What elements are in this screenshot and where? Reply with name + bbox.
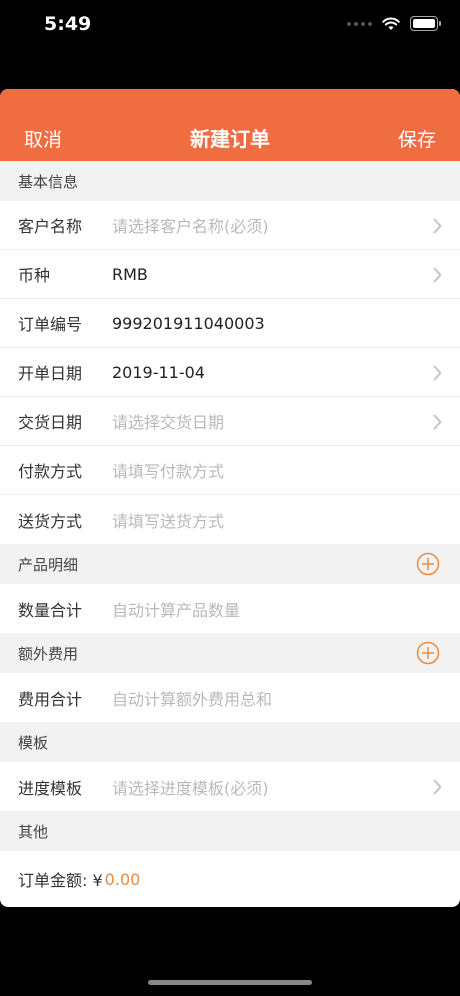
progress-template-field: 请选择进度模板(必须) xyxy=(112,778,269,798)
section-title: 产品明细 xyxy=(18,555,79,574)
section-title: 基本信息 xyxy=(18,172,79,191)
fee-total-value: 自动计算额外费用总和 xyxy=(112,689,273,709)
section-title: 模板 xyxy=(18,733,49,752)
quantity-total-row: 数量合计 自动计算产品数量 xyxy=(0,584,460,633)
chevron-right-icon xyxy=(433,779,442,795)
row-label: 送货方式 xyxy=(18,511,83,531)
section-other: 其他 xyxy=(0,811,460,851)
row-label: 进度模板 xyxy=(18,778,83,798)
save-button[interactable]: 保存 xyxy=(398,125,436,152)
issue-date-row[interactable]: 开单日期 2019-11-04 xyxy=(0,348,460,397)
row-label: 币种 xyxy=(18,266,51,285)
payment-method-row[interactable]: 付款方式 请填写付款方式 xyxy=(0,446,460,495)
section-basic-info: 基本信息 xyxy=(0,161,460,201)
battery-icon xyxy=(410,16,441,31)
section-template: 模板 xyxy=(0,722,460,762)
section-title: 额外费用 xyxy=(18,644,79,663)
progress-template-row[interactable]: 进度模板 请选择进度模板(必须) xyxy=(0,762,460,811)
customer-name-row[interactable]: 客户名称 请选择客户名称(必须) xyxy=(0,201,460,250)
order-number-value: 999201911040003 xyxy=(112,313,265,333)
add-product-button[interactable] xyxy=(416,552,440,576)
chevron-right-icon xyxy=(433,218,442,234)
section-product-details: 产品明细 xyxy=(0,544,460,584)
quantity-total-value: 自动计算产品数量 xyxy=(112,600,241,620)
delivery-date-row[interactable]: 交货日期 请选择交货日期 xyxy=(0,397,460,446)
order-amount-label: 订单金额: ¥ xyxy=(18,871,103,890)
row-label: 订单编号 xyxy=(18,315,83,334)
status-icons xyxy=(347,16,441,31)
shipping-method-input[interactable]: 请填写送货方式 xyxy=(112,508,224,532)
page-title: 新建订单 xyxy=(190,127,270,151)
chevron-right-icon xyxy=(433,365,442,381)
row-label: 数量合计 xyxy=(18,600,83,620)
home-indicator xyxy=(148,980,312,985)
status-time: 5:49 xyxy=(44,13,92,35)
section-title: 其他 xyxy=(18,822,49,841)
customer-name-field: 请选择客户名称(必须) xyxy=(112,217,269,236)
currency-row[interactable]: 币种 RMB xyxy=(0,250,460,299)
row-label: 客户名称 xyxy=(18,217,83,236)
fee-total-row: 费用合计 自动计算额外费用总和 xyxy=(0,673,460,722)
add-fee-button[interactable] xyxy=(416,641,440,665)
row-label: 费用合计 xyxy=(18,689,83,709)
row-label: 付款方式 xyxy=(18,462,83,481)
issue-date-field: 2019-11-04 xyxy=(112,362,205,382)
order-amount-row: 订单金额: ¥ 0.00 xyxy=(0,851,460,907)
shipping-method-row[interactable]: 送货方式 请填写送货方式 xyxy=(0,495,460,544)
payment-method-input[interactable]: 请填写付款方式 xyxy=(112,458,224,482)
order-amount-value: 0.00 xyxy=(104,869,141,889)
wifi-icon xyxy=(382,17,400,30)
delivery-date-field: 请选择交货日期 xyxy=(112,413,225,432)
new-order-sheet: 取消 新建订单 保存 基本信息 客户名称 请选择客户名称(必须) 币种 RMB … xyxy=(0,89,460,907)
signal-icon xyxy=(347,21,372,26)
chevron-right-icon xyxy=(433,414,442,430)
row-label: 交货日期 xyxy=(18,413,83,432)
status-bar: 5:49 xyxy=(0,0,460,50)
chevron-right-icon xyxy=(433,267,442,283)
nav-bar: 取消 新建订单 保存 xyxy=(0,89,460,161)
section-extra-fees: 额外费用 xyxy=(0,633,460,673)
currency-field: RMB xyxy=(112,264,148,284)
order-number-row: 订单编号 999201911040003 xyxy=(0,299,460,348)
row-label: 开单日期 xyxy=(18,364,83,383)
